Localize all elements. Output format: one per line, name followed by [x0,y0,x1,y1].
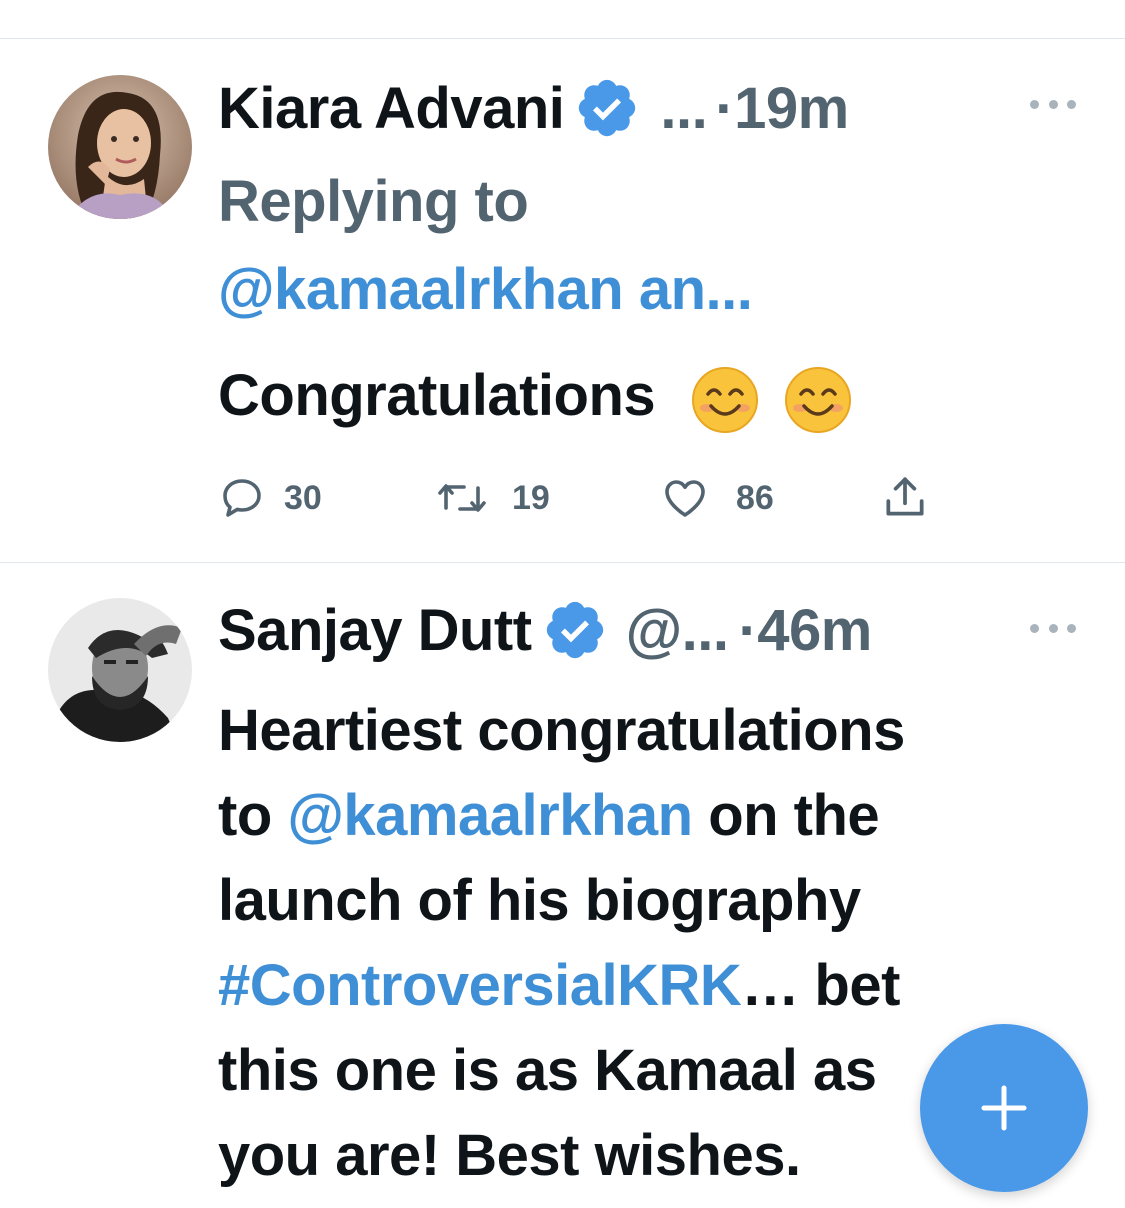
tweet-text-segment: to [218,783,288,848]
replying-to-label: Replying to [218,169,529,234]
reply-count: 30 [284,478,322,517]
replying-to-link[interactable]: @kamaalrkhan an... [218,256,753,323]
author-name[interactable]: Sanjay Dutt [218,597,532,664]
smiling-face-icon [784,366,852,434]
verified-badge-icon [542,597,608,663]
more-options-icon[interactable] [1030,94,1076,114]
reply-button[interactable]: 30 [218,474,322,522]
avatar-sanjay[interactable] [48,598,192,742]
top-divider [0,38,1125,39]
reply-icon [223,479,261,517]
tweet-header: Kiara Advani ... ·19m [218,72,849,144]
retweet-button[interactable]: 19 [436,474,550,522]
tweet-time[interactable]: ·46m [738,597,872,664]
tweet-text-segment: on the [692,783,880,848]
tweet-text-segment: … bet [741,953,900,1018]
retweet-icon [438,484,486,512]
more-options-icon[interactable] [1030,618,1076,638]
plus-icon [981,1085,1027,1131]
retweet-count: 19 [512,478,550,517]
heart-icon [665,480,705,517]
tweet-divider [0,562,1125,563]
share-button[interactable] [880,472,930,522]
tweet-line: Heartiest congratulations [218,698,905,763]
hashtag-link[interactable]: #ControversialKRK [218,953,742,1018]
smiling-face-icon [691,366,759,434]
like-count: 86 [736,478,774,517]
author-handle[interactable]: ... [660,75,707,142]
tweet-line: to @kamaalrkhan on the [218,773,1098,858]
tweet-time[interactable]: ·19m [715,75,849,142]
author-handle[interactable]: @... [626,597,729,664]
mention-link[interactable]: @kamaalrkhan [287,783,693,848]
like-button[interactable]: 86 [660,474,774,522]
tweet-text: Congratulations [218,362,852,434]
compose-tweet-button[interactable] [920,1024,1088,1192]
share-icon [886,477,924,516]
avatar-kiara[interactable] [48,75,192,219]
tweet-line: launch of his biography [218,868,861,933]
verified-badge-icon [574,75,640,141]
tweet-header: Sanjay Dutt @... ·46m [218,594,872,666]
tweet-text-content: Congratulations [218,363,656,428]
author-name[interactable]: Kiara Advani [218,75,565,142]
tweet-line: #ControversialKRK… bet [218,943,1098,1028]
